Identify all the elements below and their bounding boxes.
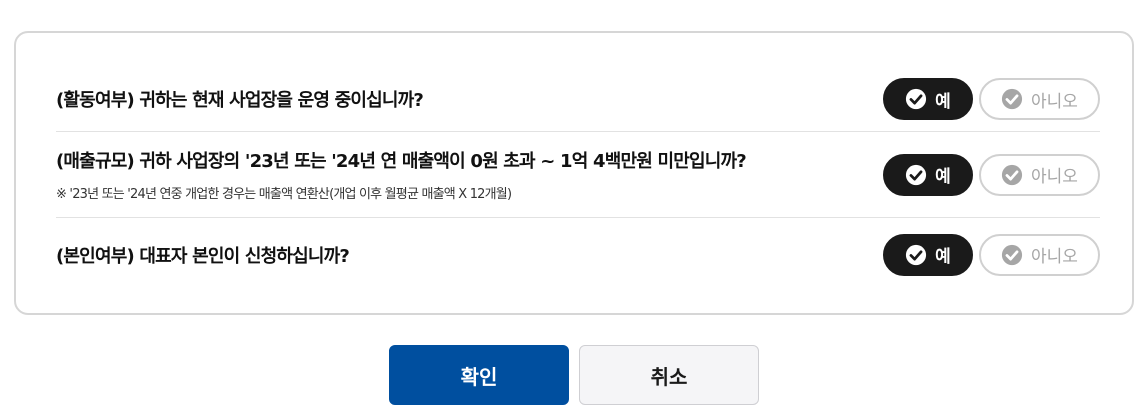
question-label: (활동여부) 귀하는 현재 사업장을 운영 중이십니까?	[56, 90, 424, 111]
question-text-block: (본인여부) 대표자 본인이 신청하십니까?	[56, 242, 350, 268]
yes-label: 예	[935, 247, 951, 267]
question-note: ※ '23년 또는 '24년 연중 개업한 경우는 매출액 연환산(개업 이후 …	[56, 187, 512, 202]
yes-button[interactable]: 예	[883, 153, 973, 196]
yes-label: 예	[935, 167, 951, 187]
answer-toggle-group: 예 아니오	[883, 153, 1100, 196]
no-button[interactable]: 아니오	[979, 78, 1100, 120]
question-row-revenue: (매출규모) 귀하 사업장의 '23년 또는 '24년 연 매출액이 0원 초과…	[56, 131, 1100, 217]
no-button[interactable]: 아니오	[979, 153, 1100, 196]
check-circle-icon	[906, 164, 927, 185]
check-circle-icon	[1001, 164, 1023, 185]
no-label: 아니오	[1031, 167, 1078, 187]
question-text-block: (활동여부) 귀하는 현재 사업장을 운영 중이십니까?	[56, 86, 424, 112]
check-circle-icon	[1001, 88, 1023, 110]
cancel-button[interactable]: 취소	[579, 345, 759, 405]
check-circle-icon	[1001, 244, 1023, 265]
question-text-block: (매출규모) 귀하 사업장의 '23년 또는 '24년 연 매출액이 0원 초과…	[56, 147, 747, 202]
answer-toggle-group: 예 아니오	[883, 233, 1100, 276]
confirm-button[interactable]: 확인	[389, 345, 569, 405]
check-circle-icon	[906, 88, 927, 110]
question-label: (매출규모) 귀하 사업장의 '23년 또는 '24년 연 매출액이 0원 초과…	[56, 151, 747, 172]
eligibility-panel: (활동여부) 귀하는 현재 사업장을 운영 중이십니까? 예 아니오 (매출규모…	[14, 31, 1134, 315]
no-label: 아니오	[1031, 247, 1078, 267]
no-button[interactable]: 아니오	[979, 233, 1100, 276]
yes-button[interactable]: 예	[883, 78, 973, 120]
no-label: 아니오	[1031, 91, 1078, 112]
question-row-activity: (활동여부) 귀하는 현재 사업장을 운영 중이십니까? 예 아니오	[56, 69, 1100, 129]
form-actions: 확인 취소	[389, 345, 759, 405]
answer-toggle-group: 예 아니오	[883, 78, 1100, 120]
question-row-identity: (본인여부) 대표자 본인이 신청하십니까? 예 아니오	[56, 217, 1100, 291]
yes-button[interactable]: 예	[883, 233, 973, 276]
question-label: (본인여부) 대표자 본인이 신청하십니까?	[56, 245, 350, 267]
check-circle-icon	[906, 244, 927, 265]
yes-label: 예	[935, 91, 951, 112]
